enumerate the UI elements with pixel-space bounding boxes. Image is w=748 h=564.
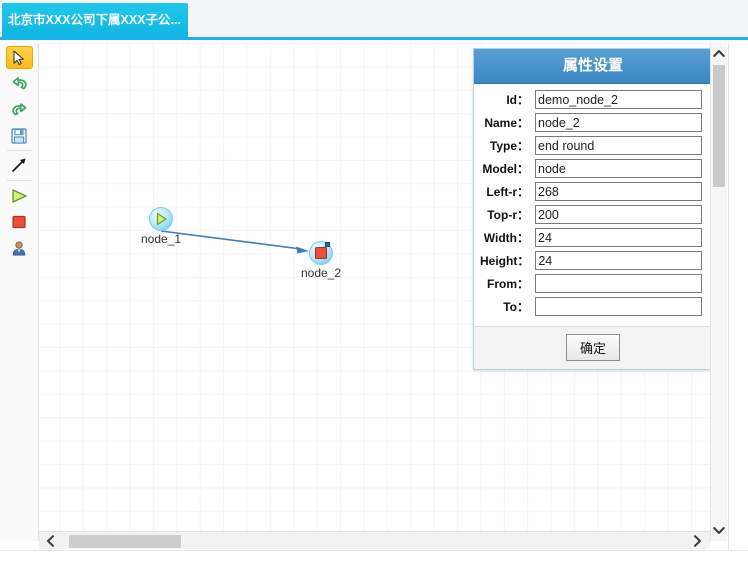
select-tool-button[interactable] (5, 46, 33, 69)
floppy-disk-icon (11, 127, 27, 144)
horizontal-scrollbar[interactable] (39, 531, 710, 549)
frame-right-edge (728, 43, 748, 564)
property-panel: 属性设置 Id： Name： Type： Model： Left-r： (473, 48, 713, 370)
undo-icon (12, 77, 27, 90)
type-field[interactable] (535, 136, 702, 155)
chevron-up-icon (713, 50, 725, 57)
tab-strip: 北京市XXX公司下属XXX子公... (0, 0, 748, 40)
width-field[interactable] (535, 228, 702, 247)
start-node-tool-button[interactable] (6, 184, 33, 207)
toolbar-divider-1 (6, 150, 32, 151)
id-field-label: Id： (506, 93, 529, 107)
type-field-label: Type： (489, 139, 529, 153)
cursor-arrow-icon (13, 50, 24, 65)
field-row-type: Type： (480, 136, 702, 155)
id-field[interactable] (535, 90, 702, 109)
save-tool-button[interactable] (6, 124, 33, 147)
width-field-label: Width： (483, 231, 529, 245)
tab-active[interactable]: 北京市XXX公司下属XXX子公... (2, 3, 188, 37)
to-field[interactable] (535, 297, 702, 316)
scroll-right-button[interactable] (688, 532, 706, 549)
redo-icon (11, 103, 26, 116)
line-tool-button[interactable] (6, 154, 33, 177)
chevron-left-icon (46, 534, 54, 547)
to-field-label: To： (503, 300, 529, 314)
height-field-label: Height： (480, 254, 530, 268)
undo-tool-button[interactable] (6, 72, 33, 95)
field-row-id: Id： (480, 90, 702, 109)
field-row-to: To： (480, 297, 702, 316)
toolbar-divider-2 (6, 180, 32, 181)
redo-tool-button[interactable] (6, 98, 33, 121)
node-label: node_2 (300, 266, 342, 280)
field-row-height: Height： (480, 251, 703, 270)
property-panel-body: Id： Name： Type： Model： Left-r： Top-r： (474, 84, 712, 326)
frame-bottom-edge (0, 550, 748, 564)
field-row-left-r: Left-r： (480, 182, 702, 201)
field-row-from: From： (480, 274, 702, 293)
field-row-name: Name： (480, 113, 702, 132)
chevron-down-icon (713, 527, 725, 534)
scroll-down-button[interactable] (711, 522, 727, 539)
from-field[interactable] (535, 274, 702, 293)
user-icon (12, 240, 26, 255)
height-field[interactable] (535, 251, 703, 270)
horizontal-scroll-thumb[interactable] (69, 535, 181, 548)
from-field-label: From： (486, 277, 529, 291)
editor-frame: node_1 node_2 属性设置 Id： Name： (0, 43, 748, 564)
field-row-top-r: Top-r： (480, 205, 702, 224)
property-panel-title: 属性设置 (474, 49, 712, 84)
play-triangle-icon (156, 212, 167, 226)
canvas-node-node_2[interactable]: node_2 (301, 241, 341, 280)
name-field-label: Name： (484, 116, 529, 130)
left-r-field[interactable] (535, 182, 702, 201)
field-row-model: Model： (480, 159, 702, 178)
top-r-field[interactable] (535, 205, 702, 224)
scroll-up-button[interactable] (711, 45, 727, 62)
vertical-scrollbar[interactable] (710, 43, 727, 541)
model-field-label: Model： (482, 162, 529, 176)
chevron-right-icon (693, 534, 701, 547)
property-panel-footer: 确定 (474, 326, 712, 369)
node-label: node_1 (140, 232, 182, 246)
user-node-tool-button[interactable] (6, 236, 33, 259)
scroll-left-button[interactable] (41, 532, 59, 549)
name-field[interactable] (535, 113, 702, 132)
top-r-field-label: Top-r： (487, 208, 529, 222)
left-r-field-label: Left-r： (486, 185, 529, 199)
end-node-tool-button[interactable] (6, 210, 33, 233)
field-row-width: Width： (480, 228, 702, 247)
tab-label: 北京市XXX公司下属XXX子公... (8, 13, 181, 27)
stop-square-icon (12, 215, 26, 228)
confirm-button[interactable]: 确定 (565, 334, 620, 361)
resize-handle[interactable] (325, 242, 330, 247)
play-triangle-icon (11, 188, 27, 203)
vertical-scroll-thumb[interactable] (713, 65, 725, 187)
model-field[interactable] (535, 159, 702, 178)
canvas-node-node_1[interactable]: node_1 (141, 207, 181, 246)
left-toolbar (0, 43, 39, 541)
arrow-line-icon (11, 158, 26, 173)
